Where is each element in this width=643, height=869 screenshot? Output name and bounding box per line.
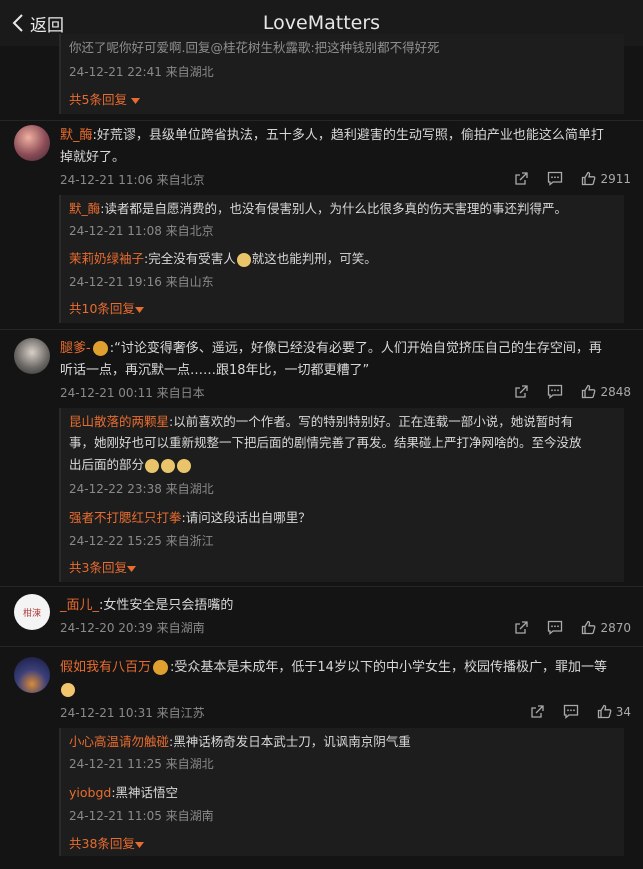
avatar-text: 柑涑: [22, 608, 41, 619]
comment-text: 假如我有八百万:受众基本是未成年，低于14岁以下的中小学女生，校园传播极广，罪加…: [60, 660, 607, 675]
share-icon: [531, 705, 544, 718]
crown-badge-icon: [153, 660, 169, 675]
chevron-down-icon: [134, 307, 144, 313]
avatar[interactable]: 柑涑: [14, 594, 50, 630]
avatar[interactable]: [14, 338, 50, 374]
reply-time: 24-12-22 15:25 来自浙江: [69, 534, 214, 548]
comment-button[interactable]: [547, 620, 563, 635]
like-button[interactable]: 34: [597, 704, 631, 719]
cry-emoji-icon: [145, 458, 160, 473]
comment-actions: 34: [530, 704, 631, 719]
more-replies-link[interactable]: 共38条回复: [69, 834, 144, 854]
comment-time: 24-12-21 00:11 来自日本: [60, 386, 205, 400]
reply-text: 昆山散落的两颗星:以前喜欢的一个作者。写的特别特别好。正在连载一部小说，她说暂时…: [69, 414, 574, 429]
more-replies-link[interactable]: 共10条回复: [69, 299, 144, 319]
shrug-emoji-icon: [236, 252, 251, 267]
reply-text: 默_酶:读者都是自愿消费的，也没有侵害别人，为什么比很多真的伤天害理的事还判得严…: [69, 201, 567, 216]
comment-button[interactable]: [547, 171, 563, 186]
reply-time: 24-12-21 22:41 来自湖北: [69, 65, 214, 79]
reply-time: 24-12-21 11:08 来自北京: [69, 224, 214, 238]
username[interactable]: 腿爹-: [60, 341, 91, 356]
comment-time: 24-12-21 11:06 来自北京: [60, 173, 205, 187]
comment-button[interactable]: [563, 704, 579, 719]
reply-username[interactable]: 昆山散落的两颗星: [69, 414, 169, 429]
comment-text-cont: [60, 679, 76, 701]
comment-icon: [563, 704, 578, 719]
like-icon: [582, 171, 596, 186]
reply-text-cont: 出后面的部分: [69, 455, 192, 475]
chevron-down-icon: [134, 842, 144, 848]
reply-username[interactable]: yiobgd: [69, 785, 111, 800]
reply-text: 茉莉奶绿袖子:完全没有受害人 就这也能判刑，可笑。: [69, 251, 377, 267]
chevron-down-icon: [130, 98, 140, 104]
comment-actions: 2911: [514, 171, 631, 186]
more-replies-link[interactable]: 共5条回复: [69, 90, 140, 110]
share-button[interactable]: [530, 704, 545, 719]
like-button[interactable]: 2870: [581, 620, 631, 635]
comment-time: 24-12-20 20:39 来自湖南: [60, 621, 205, 635]
comment-time: 24-12-21 10:31 来自江苏: [60, 706, 205, 720]
more-replies-link[interactable]: 共3条回复: [69, 558, 136, 578]
username[interactable]: 默_酶: [60, 128, 93, 143]
share-button[interactable]: [514, 384, 529, 399]
reply-block: 你还了呢你好可爱啊.回复@桂花树生秋露歌:把这种钱别都不得好死 24-12-21…: [59, 34, 624, 114]
reply-text: yiobgd:黑神话悟空: [69, 785, 179, 800]
comment-text: 默_酶:好荒谬，县级单位跨省执法，五十多人，趋利避害的生动写照，偷拍产业也能这么…: [60, 128, 604, 143]
reply-text: 小心高温请勿触碰:黑神话杨奇发日本武士刀，讥讽南京阴气重: [69, 734, 411, 749]
cry-emoji-icon: [161, 458, 176, 473]
comment-text: 腿爹-:“讨论变得奢侈、遥远，好像已经没有必要了。人们开始自觉挤压自己的生存空间…: [60, 341, 602, 356]
share-icon: [515, 621, 529, 634]
reply-username[interactable]: 默_酶: [69, 201, 100, 216]
cry-emoji-icon: [177, 458, 192, 473]
like-button[interactable]: 2911: [581, 171, 631, 186]
share-button[interactable]: [514, 171, 529, 186]
like-button[interactable]: 2848: [581, 384, 631, 399]
comment-text-cont: 听话一点，再沉默一点……跟18年比，一切都更糟了”: [60, 363, 370, 378]
like-count: 2911: [600, 171, 631, 186]
cat-emoji-icon: [61, 682, 75, 697]
reply-time: 24-12-21 11:25 来自湖北: [69, 757, 214, 771]
chevron-down-icon: [126, 566, 136, 572]
share-icon: [515, 172, 529, 185]
reply-time: 24-12-21 19:16 来自山东: [69, 275, 214, 289]
like-icon: [597, 704, 612, 719]
reply-block: 昆山散落的两颗星:以前喜欢的一个作者。写的特别特别好。正在连载一部小说，她说暂时…: [59, 408, 624, 582]
comment-icon: [548, 171, 563, 186]
like-count: 2848: [600, 384, 631, 399]
comment-actions: 2848: [514, 384, 631, 399]
like-icon: [582, 620, 596, 635]
share-icon: [515, 385, 529, 398]
partial-reply-text: 你还了呢你好可爱啊.回复@桂花树生秋露歌:把这种钱别都不得好死: [69, 40, 440, 55]
crown-badge-icon: [92, 341, 108, 356]
comment-icon: [548, 620, 563, 635]
username[interactable]: 假如我有八百万: [60, 660, 151, 675]
reply-username[interactable]: 小心高温请勿触碰: [69, 734, 169, 749]
like-count: 34: [615, 704, 631, 719]
share-button[interactable]: [514, 620, 529, 635]
reply-username[interactable]: 强者不打腮红只打拳: [69, 510, 182, 525]
comment-button[interactable]: [547, 384, 563, 399]
like-icon: [582, 384, 596, 399]
reply-block: 小心高温请勿触碰:黑神话杨奇发日本武士刀，讥讽南京阴气重 24-12-21 11…: [59, 728, 624, 856]
avatar[interactable]: [14, 125, 50, 161]
page-title: LoveMatters: [262, 12, 381, 34]
comment-actions: 2870: [514, 620, 631, 635]
comment-text-cont: 掉就好了。: [60, 150, 126, 165]
reply-block: 默_酶:读者都是自愿消费的，也没有侵害别人，为什么比很多真的伤天害理的事还判得严…: [59, 195, 624, 323]
comment-text: _面儿_:女性安全是只会捂嘴的: [60, 598, 234, 613]
reply-time: 24-12-22 23:38 来自湖北: [69, 482, 214, 496]
reply-username[interactable]: 茉莉奶绿袖子: [69, 251, 144, 266]
reply-text: 强者不打腮红只打拳:请问这段话出自哪里？: [69, 510, 311, 525]
like-count: 2870: [600, 620, 631, 635]
username[interactable]: _面儿_: [60, 598, 99, 613]
comment-icon: [548, 384, 563, 399]
reply-text-cont: 事，她刚好也可以重新规整一下把后面的剧情完善了再发。结果碰上严打净网啥的。至今没…: [69, 435, 582, 450]
avatar[interactable]: [14, 657, 50, 693]
reply-time: 24-12-21 11:05 来自湖南: [69, 809, 214, 823]
